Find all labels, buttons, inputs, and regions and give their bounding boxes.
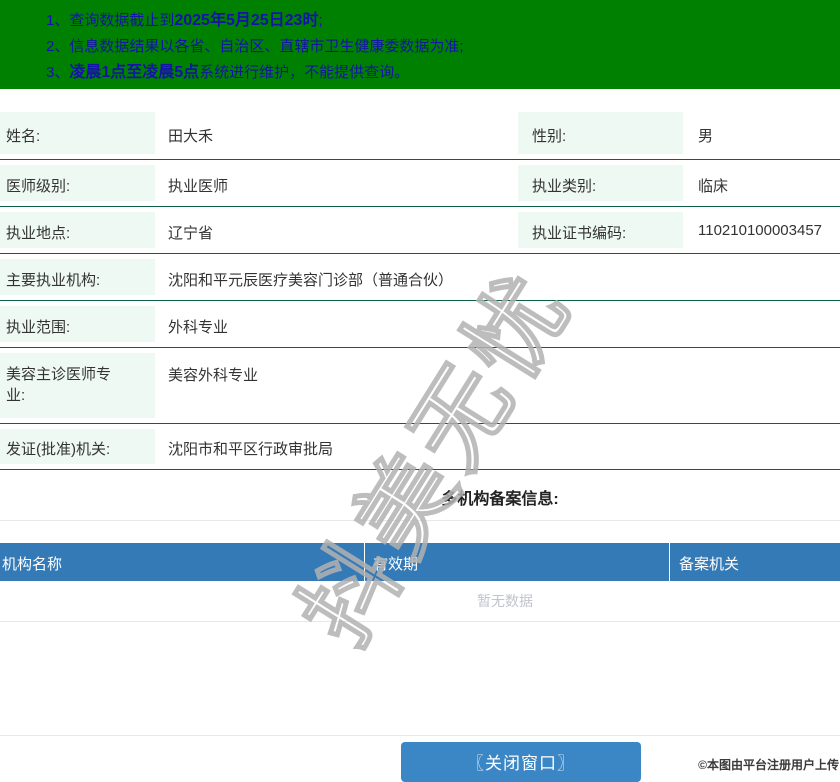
gender-text: 男 [698, 128, 713, 145]
table-row-practice-scope: 执业范围: 外科专业 [0, 301, 840, 348]
column-header-validity-period: 有效期 [365, 543, 670, 581]
table-row-location-license: 执业地点: 辽宁省 执业证书编码: 110210100003457 [0, 207, 840, 254]
license-number-value: 110210100003457 [683, 207, 840, 253]
name-value: 田大禾 [155, 107, 518, 159]
table-row-name-gender: 姓名: 田大禾 性别: 男 [0, 107, 840, 160]
notice-line-3: 3、凌晨1点至凌晨5点系统进行维护，不能提供查询。 [46, 60, 830, 86]
table-row-level-category: 医师级别: 执业医师 执业类别: 临床 [0, 160, 840, 207]
notice-text: ; [318, 12, 322, 29]
gender-label: 性别: [518, 125, 566, 146]
main-institution-label: 主要执业机构: [0, 269, 100, 290]
issuing-authority-text: 沈阳市和平区行政审批局 [168, 441, 333, 458]
practice-location-label-cell: 执业地点: [0, 207, 155, 253]
practice-location-label: 执业地点: [0, 222, 70, 243]
practice-location-value: 辽宁省 [155, 207, 518, 253]
notice-text: 查询数据截止到 [69, 12, 174, 29]
practice-scope-text: 外科专业 [168, 319, 228, 336]
issuing-authority-label: 发证(批准)机关: [0, 438, 110, 459]
doctor-level-text: 执业医师 [168, 178, 228, 195]
practice-category-text: 临床 [698, 178, 728, 195]
multi-institution-heading: 多机构备案信息: [0, 485, 840, 505]
name-label-cell: 姓名: [0, 107, 155, 159]
notice-line-number: 1、 [46, 12, 69, 29]
doctor-level-label-cell: 医师级别: [0, 160, 155, 206]
notice-line-number: 2、 [46, 38, 69, 55]
close-window-button[interactable]: 〖关闭窗口〗 [401, 742, 641, 782]
cosmetic-specialty-value: 美容外科专业 [155, 348, 840, 423]
column-header-institution-name: 机构名称 [0, 543, 365, 581]
records-table-header: 机构名称 有效期 备案机关 [0, 543, 840, 581]
gender-value: 男 [683, 107, 840, 159]
divider [0, 621, 840, 622]
practice-category-value: 临床 [683, 160, 840, 206]
name-text: 田大禾 [168, 128, 213, 145]
issuing-authority-label-cell: 发证(批准)机关: [0, 424, 155, 469]
main-institution-label-cell: 主要执业机构: [0, 254, 155, 300]
upload-stamp-watermark: ©本图由平台注册用户上传 [698, 756, 839, 773]
license-number-label: 执业证书编码: [518, 222, 626, 243]
name-label: 姓名: [0, 125, 40, 146]
license-number-label-cell: 执业证书编码: [518, 207, 683, 253]
license-number-text: 110210100003457 [698, 222, 822, 239]
divider [0, 520, 840, 521]
column-header-filing-authority: 备案机关 [670, 543, 840, 581]
gender-label-cell: 性别: [518, 107, 683, 159]
cosmetic-specialty-label: 美容主诊医师专业: [0, 364, 118, 406]
practice-scope-label: 执业范围: [0, 316, 70, 337]
doctor-level-label: 医师级别: [0, 175, 70, 196]
cosmetic-specialty-label-cell: 美容主诊医师专业: [0, 348, 155, 423]
notice-text-bold: 凌晨1点至凌晨5点 [69, 64, 199, 81]
practitioner-info-table: 姓名: 田大禾 性别: 男 医师级别: 执业医师 执业类别: 临床 执业地点: … [0, 107, 840, 470]
divider [0, 735, 840, 736]
table-row-issuing-authority: 发证(批准)机关: 沈阳市和平区行政审批局 [0, 424, 840, 470]
table-row-main-institution: 主要执业机构: 沈阳和平元辰医疗美容门诊部（普通合伙） [0, 254, 840, 301]
practice-scope-value: 外科专业 [155, 301, 840, 347]
notice-text-bold: 2025年5月25日23时 [174, 12, 318, 29]
notice-line-number: 3、 [46, 64, 69, 81]
practice-scope-label-cell: 执业范围: [0, 301, 155, 347]
notice-banner: 1、查询数据截止到2025年5月25日23时; 2、信息数据结果以各省、自治区、… [0, 0, 840, 89]
notice-text: 系统进行维护，不能提供查询。 [199, 64, 409, 81]
cosmetic-specialty-text: 美容外科专业 [168, 367, 258, 384]
empty-data-message: 暂无数据 [0, 581, 840, 621]
practice-category-label-cell: 执业类别: [518, 160, 683, 206]
notice-line-2: 2、信息数据结果以各省、自治区、直辖市卫生健康委数据为准; [46, 34, 830, 60]
notice-line-1: 1、查询数据截止到2025年5月25日23时; [46, 8, 830, 34]
doctor-level-value: 执业医师 [155, 160, 518, 206]
main-institution-value: 沈阳和平元辰医疗美容门诊部（普通合伙） [155, 254, 840, 300]
table-row-cosmetic-specialty: 美容主诊医师专业: 美容外科专业 [0, 348, 840, 424]
practice-location-text: 辽宁省 [168, 225, 213, 242]
notice-text: 信息数据结果以各省、自治区、直辖市卫生健康委数据为准; [69, 38, 463, 55]
practice-category-label: 执业类别: [518, 175, 596, 196]
main-institution-text: 沈阳和平元辰医疗美容门诊部（普通合伙） [168, 272, 453, 289]
issuing-authority-value: 沈阳市和平区行政审批局 [155, 424, 840, 469]
